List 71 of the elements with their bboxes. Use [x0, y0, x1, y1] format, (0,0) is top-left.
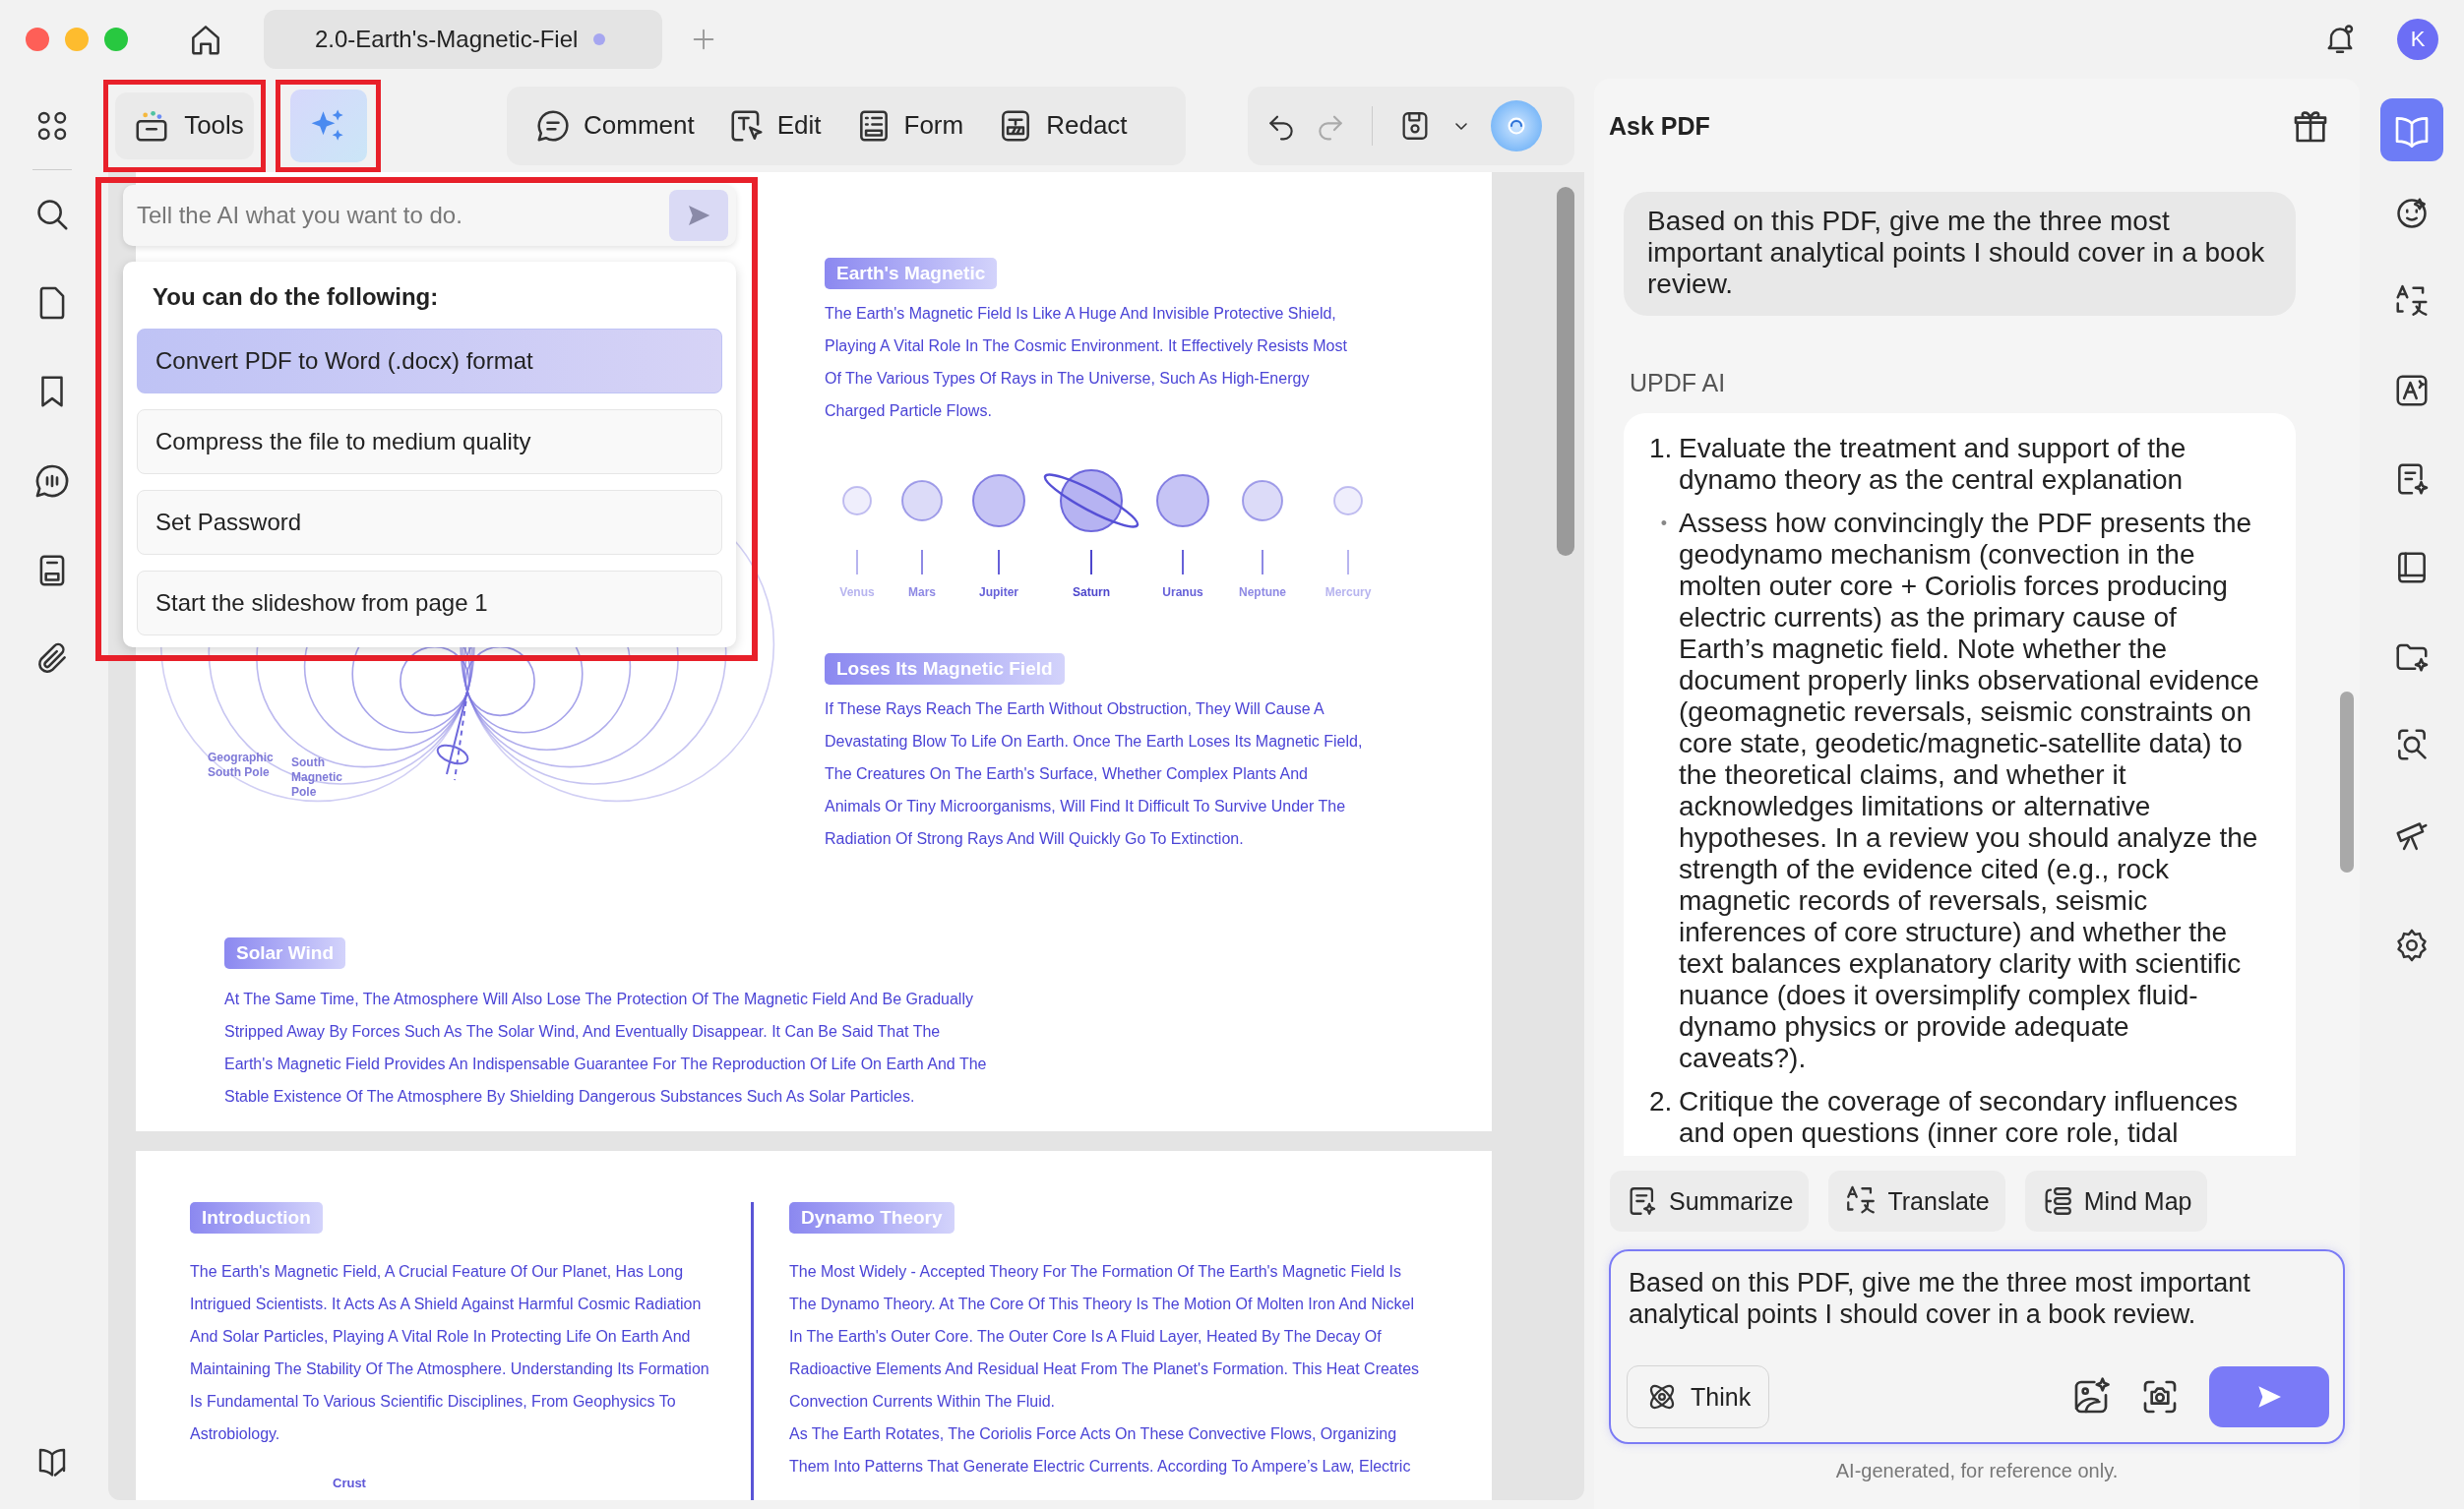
section-heading: Introduction: [190, 1202, 323, 1234]
scrollbar[interactable]: [2340, 692, 2354, 873]
planet-label: Neptune: [1239, 585, 1286, 599]
action-button[interactable]: Translate: [1828, 1171, 2005, 1232]
figure-label: Crust: [333, 1476, 367, 1490]
planet-drawing: [842, 486, 872, 515]
bullet-mark: •: [1659, 513, 1669, 535]
suggestion-item[interactable]: Start the slideshow from page 1: [137, 571, 722, 635]
planet-label: Mercury: [1324, 585, 1372, 599]
planet-label: Uranus: [1162, 585, 1203, 599]
planet-label: Saturn: [1073, 585, 1110, 599]
tick-mark: [1262, 549, 1263, 575]
tick-mark: [998, 549, 1000, 575]
planet-drawing: [901, 480, 943, 521]
field-label: South Magnetic Pole: [291, 755, 342, 799]
field-label: Geographic South Pole: [208, 751, 274, 779]
assistant-name: UPDF AI: [1630, 369, 1727, 397]
body-paragraph: The Earth's Magnetic Field, A Crucial Feature Of Our Planet, Has Long Intrigued Scientists. It Acts As A Shield Against Harmful Cosmic Radiation And Solar Particles, Playing A Vital Role In Protecting Life On Earth And Maintaining The Stability Of The Atmosphere. Understanding Its Formation Is Fundamental To Various Scientific Disciplines, From Geophysics To Astrobiology.: [190, 1262, 710, 1444]
send-button[interactable]: [669, 190, 728, 241]
planet-drawing: [1333, 486, 1363, 515]
planet-drawing: [1242, 480, 1283, 521]
section-heading: Dynamo Theory: [789, 1202, 955, 1234]
mode-button[interactable]: Form: [842, 106, 976, 145]
user-avatar[interactable]: K: [2397, 19, 2438, 60]
planet-label: Jupiter: [979, 585, 1018, 599]
planet-drawing: [1156, 474, 1209, 527]
body-paragraph: The Earth's Magnetic Field Is Like A Huge And Invisible Protective Shield, Playing A Vital Role In The Cosmic Environment. It Effectively Resists Most Of The Various Types Of Rays in The Universe, Such As High-Energy Charged Particle Flows.: [825, 304, 1348, 421]
body-paragraph: At The Same Time, The Atmosphere Will Also Lose The Protection Of The Magnetic Field And Be Gradually Stripped Away By Forces Such As The Solar Wind, And Eventually Disappear. It Can Be Said That The Earth's Magnetic Field Provides An Indispensable Guarantee For The Reproduction Of Life On Earth And The Stable Existence Of The Atmosphere By Shielding Dangerous Substances Such As Solar Particles.: [224, 990, 987, 1107]
user-message: Based on this PDF, give me the three most important analytical points I should cover in a book review.: [1624, 192, 2296, 316]
body-paragraph: As The Earth Rotates, The Coriolis Force Acts On These Convective Flows, Organizing Them Into Patterns That Generate Electric Currents. According To Ampere’s Law, Electric: [789, 1424, 1412, 1477]
tick-mark: [921, 549, 923, 575]
ask-pdf-tab[interactable]: [2380, 98, 2443, 161]
panel-title: Ask PDF: [1609, 111, 1710, 141]
mode-button[interactable]: Redact: [985, 106, 1140, 145]
document-tab[interactable]: 2.0-Earth's-Magnetic-Fiel: [264, 10, 662, 69]
section-heading: Solar Wind: [224, 937, 346, 969]
letter-sparkle-icon[interactable]: [2393, 372, 2431, 409]
section-heading: Earth's Magnetic: [825, 258, 998, 289]
action-button[interactable]: Summarize: [1610, 1171, 1810, 1232]
message-field[interactable]: Based on this PDF, give me the three most important analytical points I should cover in a book review. Think: [1609, 1249, 2345, 1444]
planet-drawing: [972, 474, 1025, 527]
send-button[interactable]: [2209, 1366, 2329, 1427]
section-heading: Loses Its Magnetic Field: [825, 653, 1065, 685]
ai-assistant-button[interactable]: [289, 89, 367, 162]
suggestion-item[interactable]: Convert PDF to Word (.docx) format: [137, 329, 722, 393]
ai-prompt-field[interactable]: Tell the AI what you want to do.: [123, 185, 736, 246]
tick-mark: [856, 549, 858, 575]
tick-mark: [1090, 549, 1092, 575]
body-paragraph: If These Rays Reach The Earth Without Obstruction, They Will Cause A Devastating Blow To Life On Earth. Once The Earth Loses Its Magnetic Field, The Creatures On The Earth's Surface, Whether Complex Plants And Animals Or Tiny Microorganisms, Will Find It Difficult To Survive Under The Radiation Of Strong Rays And Will Quickly Go To Extinction.: [825, 699, 1364, 849]
close-button[interactable]: [26, 28, 49, 51]
disclaimer-text: AI-generated, for reference only.: [1834, 1460, 2120, 1482]
suggestions-heading: You can do the following:: [152, 283, 440, 311]
planet-label: Venus: [839, 585, 875, 599]
scrollbar[interactable]: [1557, 187, 1574, 556]
tick-mark: [1347, 549, 1349, 575]
list-number: 1.: [1649, 433, 1674, 465]
mode-button[interactable]: Comment: [523, 106, 707, 145]
list-number: 2.: [1649, 1086, 1674, 1118]
suggestion-item[interactable]: Compress the file to medium quality: [137, 409, 722, 474]
tick-mark: [1182, 549, 1184, 575]
answer-text: Evaluate the treatment and support of the dynamo theory as the central explanation: [1679, 433, 2187, 496]
answer-text: Critique the coverage of secondary influences and open questions (inner core role, tidal: [1679, 1086, 2240, 1149]
answer-text: Assess how convincingly the PDF presents the geodynamo mechanism (convection in the molten outer core + Coriolis forces producing electric currents) as the primary cause of Earth’s magnetic field. Note whether the document properly links observational evidence (geomagnetic reversals, seismic constraints on core state, geodetic/magnetic-satellite data) to the theoretical claims, and whether it acknowledges limitations or alternative hypotheses. In a review you should analyze the strength of the evidence cited (e.g., rock magnetic records of reversals, seismic inferences of core structure) and whether the text balances explanatory clarity with scientific nuance (does it oversimplify complex fluid-dynamo physics or provide adequate caveats?).: [1679, 508, 2260, 1074]
mode-button[interactable]: Edit: [715, 106, 833, 145]
suggestion-item[interactable]: Set Password: [137, 490, 722, 555]
action-button[interactable]: Mind Map: [2024, 1171, 2208, 1232]
tools-button[interactable]: Tools: [115, 91, 254, 159]
unsaved-dot: [593, 33, 606, 45]
body-paragraph: The Most Widely - Accepted Theory For The Formation Of The Earth's Magnetic Field Is The Dynamo Theory. At The Core Of This Theory Is The Motion Of Molten Iron And Nickel In The Earth's Outer Core. The Outer Core Is A Fluid Layer, Heated By The Decay Of Radioactive Elements And Residual Heat From The Planet's Formation. This Heat Creates Convection Currents Within The Fluid.: [789, 1262, 1421, 1412]
planet-label: Mars: [908, 585, 936, 599]
think-button[interactable]: Think: [1627, 1365, 1770, 1428]
